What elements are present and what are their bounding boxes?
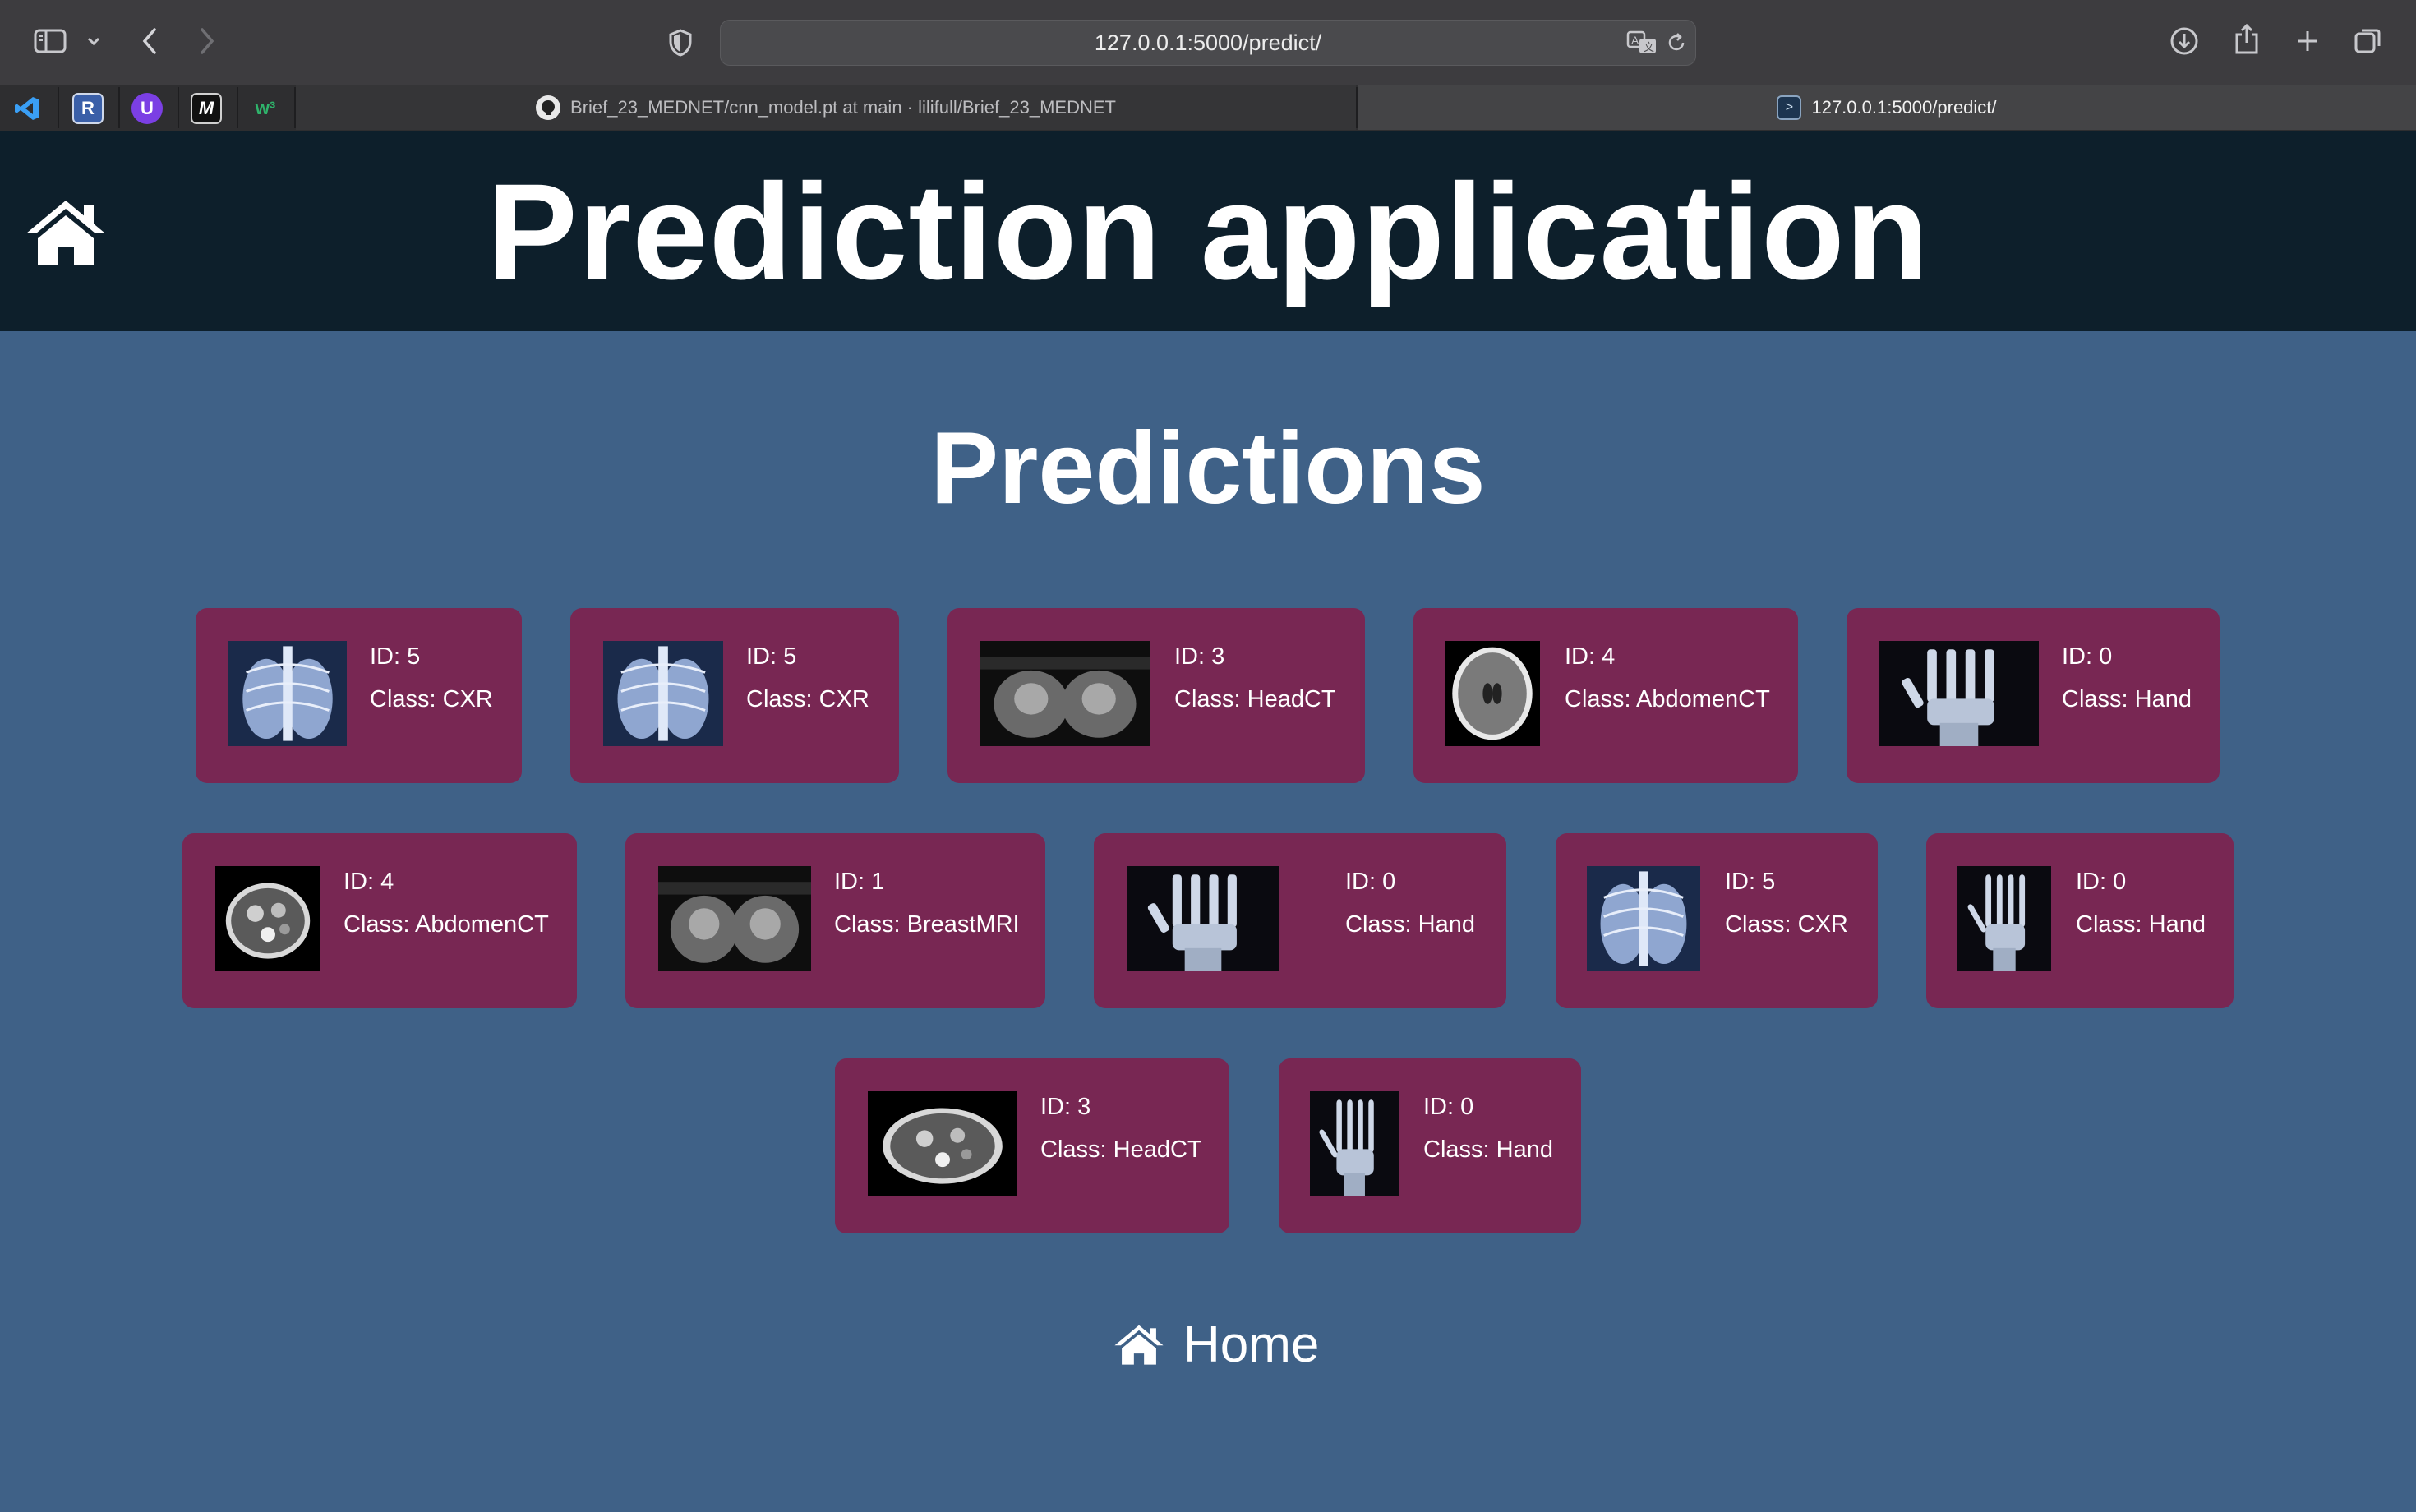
prediction-id: ID: 3 [1040, 1094, 1091, 1120]
prediction-card: ID: 0 Class: Hand [1094, 833, 1506, 1008]
chest-xray-thumbnail [603, 641, 723, 746]
breast-mri-thumbnail [980, 641, 1150, 746]
github-icon [536, 95, 561, 120]
prediction-card: ID: 3 Class: HeadCT [835, 1058, 1229, 1233]
divider [58, 87, 59, 128]
shield-icon[interactable] [666, 26, 695, 59]
prediction-id: ID: 5 [370, 643, 421, 670]
prediction-id: ID: 5 [746, 643, 797, 670]
prediction-id: ID: 0 [2076, 869, 2127, 895]
prediction-class: Class: AbdomenCT [343, 911, 549, 938]
prediction-class: Class: Hand [2076, 911, 2206, 938]
prediction-card: ID: 3 Class: HeadCT [947, 608, 1365, 783]
prediction-card: ID: 1 Class: BreastMRI [625, 833, 1045, 1008]
tab-label: Brief_23_MEDNET/cnn_model.pt at main · l… [570, 97, 1116, 118]
tab-predict[interactable]: > 127.0.0.1:5000/predict/ [1358, 85, 2416, 130]
prediction-card: ID: 0 Class: Hand [1847, 608, 2220, 783]
prediction-card: ID: 5 Class: CXR [196, 608, 522, 783]
hand-xray-thumbnail [1127, 866, 1279, 971]
prediction-id: ID: 4 [1565, 643, 1616, 670]
prediction-class: Class: BreastMRI [834, 911, 1020, 938]
back-icon[interactable] [135, 25, 164, 58]
forward-icon[interactable] [192, 25, 222, 58]
tab-label: 127.0.0.1:5000/predict/ [1811, 97, 1997, 118]
prediction-id: ID: 3 [1174, 643, 1225, 670]
section-heading: Predictions [930, 412, 1486, 525]
divider [178, 87, 179, 128]
head-ct-thumbnail [1445, 641, 1540, 746]
browser-toolbar: 127.0.0.1:5000/predict/ A文 [0, 0, 2416, 85]
prediction-class: Class: Hand [1423, 1136, 1553, 1163]
prediction-class: Class: CXR [1725, 911, 1848, 938]
hand-xray-thumbnail [1957, 866, 2051, 971]
home-link[interactable]: Home [1113, 1313, 1319, 1376]
chevron-down-icon[interactable] [84, 31, 104, 51]
tab-overview-icon[interactable] [2352, 25, 2385, 58]
prediction-class: Class: HeadCT [1174, 686, 1336, 712]
chest-xray-thumbnail [228, 641, 347, 746]
chest-xray-thumbnail [1587, 866, 1700, 971]
abdomen-ct-thumbnail [868, 1091, 1017, 1196]
url-text[interactable]: 127.0.0.1:5000/predict/ [1095, 30, 1321, 56]
svg-text:A: A [1631, 34, 1639, 47]
translate-icon[interactable]: A文 [1626, 29, 1658, 57]
pinned-proton-icon[interactable]: U [131, 93, 163, 124]
svg-text:文: 文 [1644, 41, 1654, 53]
prediction-class: Class: AbdomenCT [1565, 686, 1770, 712]
prediction-class: Class: CXR [370, 686, 493, 712]
reload-icon[interactable] [1666, 32, 1687, 53]
terminal-icon: > [1777, 95, 1802, 120]
prediction-id: ID: 4 [343, 869, 394, 895]
hand-xray-thumbnail [1879, 641, 2039, 746]
home-icon [1114, 1325, 1164, 1365]
prediction-class: Class: Hand [1345, 911, 1475, 938]
prediction-id: ID: 5 [1725, 869, 1776, 895]
address-bar[interactable]: 127.0.0.1:5000/predict/ A文 [720, 20, 1696, 66]
prediction-id: ID: 1 [834, 869, 885, 895]
pinned-vscode-icon[interactable] [12, 93, 43, 124]
abdomen-ct-thumbnail [215, 866, 320, 971]
divider [237, 87, 238, 128]
prediction-id: ID: 0 [1345, 869, 1396, 895]
breast-mri-thumbnail [658, 866, 811, 971]
downloads-icon[interactable] [2168, 25, 2201, 58]
hand-xray-thumbnail [1310, 1091, 1399, 1196]
browser-chrome: 127.0.0.1:5000/predict/ A文 R U M w³ Brie… [0, 0, 2416, 131]
new-tab-icon[interactable] [2291, 25, 2324, 58]
prediction-class: Class: HeadCT [1040, 1136, 1202, 1163]
prediction-class: Class: Hand [2062, 686, 2192, 712]
tab-github[interactable]: Brief_23_MEDNET/cnn_model.pt at main · l… [296, 85, 1356, 130]
prediction-card: ID: 5 Class: CXR [1556, 833, 1878, 1008]
prediction-card: ID: 0 Class: Hand [1279, 1058, 1581, 1233]
divider [118, 87, 120, 128]
share-icon[interactable] [2230, 21, 2263, 58]
pinned-w3schools-icon[interactable]: w³ [250, 93, 281, 124]
pinned-medium-icon[interactable]: M [191, 93, 222, 124]
prediction-card: ID: 5 Class: CXR [570, 608, 899, 783]
home-link-label: Home [1183, 1316, 1320, 1373]
prediction-class: Class: CXR [746, 686, 869, 712]
pinned-r-icon[interactable]: R [72, 93, 104, 124]
sidebar-toggle-icon[interactable] [31, 25, 69, 58]
prediction-card: ID: 4 Class: AbdomenCT [182, 833, 577, 1008]
prediction-card: ID: 4 Class: AbdomenCT [1413, 608, 1798, 783]
prediction-id: ID: 0 [1423, 1094, 1474, 1120]
prediction-id: ID: 0 [2062, 643, 2113, 670]
prediction-card: ID: 0 Class: Hand [1926, 833, 2234, 1008]
page-title: Prediction application [486, 156, 1930, 308]
